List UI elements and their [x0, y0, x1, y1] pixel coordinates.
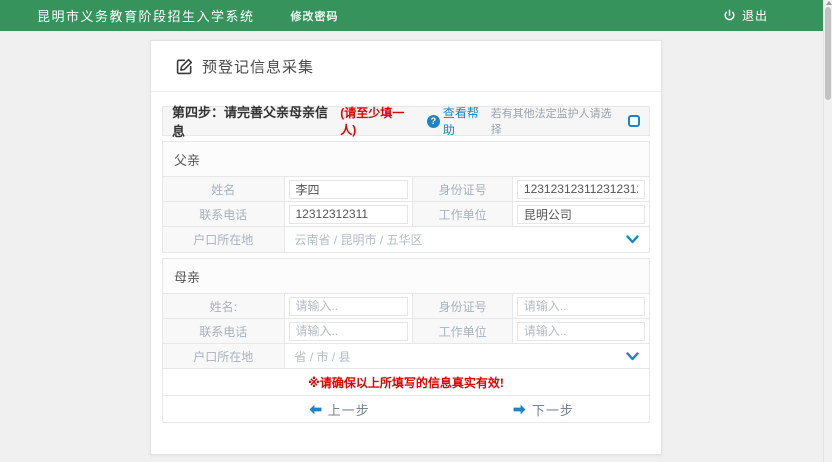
guardian-note: 若有其他法定监护人请选择 [491, 105, 622, 137]
next-step-button[interactable]: 下一步 [513, 396, 574, 422]
arrow-right-icon [513, 404, 526, 415]
father-section: 父亲 姓名 身份证号 联系电话 工作单位 [162, 141, 650, 253]
father-work-label: 工作单位 [413, 202, 513, 226]
logout-button[interactable]: 退出 [723, 7, 768, 24]
pre-registration-card: 预登记信息采集 第四步：请完善父亲母亲信息 (请至少填一人) ? 查看帮助 若有… [150, 40, 662, 455]
mother-id-cell [513, 294, 649, 318]
father-residence-select[interactable]: 云南省 / 昆明市 / 五华区 [285, 227, 650, 252]
mother-residence-value: 省 / 市 / 县 [295, 348, 351, 365]
father-residence-value: 云南省 / 昆明市 / 五华区 [295, 231, 423, 248]
other-guardian-checkbox[interactable] [628, 115, 640, 127]
scroll-up-icon[interactable] [826, 1, 832, 5]
guardian-option: 若有其他法定监护人请选择 [491, 105, 640, 137]
mother-id-input[interactable] [517, 297, 645, 316]
table-row: 联系电话 工作单位 [163, 202, 649, 227]
mother-section: 母亲 姓名: 身份证号 联系电话 工作单位 [162, 258, 650, 423]
next-step-label: 下一步 [532, 400, 574, 419]
scrollbar-thumb[interactable] [825, 7, 831, 100]
father-section-title: 父亲 [163, 142, 649, 177]
power-icon [723, 9, 736, 22]
view-help-link[interactable]: 查看帮助 [443, 104, 491, 138]
scrollbar[interactable] [823, 0, 832, 462]
table-row: 户口所在地 云南省 / 昆明市 / 五华区 [163, 227, 649, 252]
page-title: 预登记信息采集 [202, 56, 314, 77]
mother-phone-input[interactable] [289, 322, 409, 341]
chevron-down-icon[interactable] [626, 352, 639, 361]
father-id-input[interactable] [517, 180, 645, 199]
mother-residence-label: 户口所在地 [163, 344, 285, 368]
step-requirement: (请至少填一人) [340, 104, 420, 138]
mother-residence-select[interactable]: 省 / 市 / 县 [285, 344, 650, 368]
mother-work-input[interactable] [517, 322, 645, 341]
mother-section-title: 母亲 [163, 259, 649, 294]
father-phone-cell [285, 202, 414, 226]
chevron-down-icon[interactable] [626, 235, 639, 244]
app-title: 昆明市义务教育阶段招生入学系统 [37, 6, 255, 25]
father-residence-label: 户口所在地 [163, 227, 285, 252]
wizard-navigation: 上一步 下一步 [163, 396, 649, 422]
table-row: 姓名 身份证号 [163, 177, 649, 202]
mother-work-cell [513, 319, 649, 343]
step-header: 第四步：请完善父亲母亲信息 (请至少填一人) ? 查看帮助 若有其他法定监护人请… [162, 106, 650, 136]
table-row: 姓名: 身份证号 [163, 294, 649, 319]
edit-icon [176, 58, 193, 75]
validity-warning: ※请确保以上所填写的信息真实有效! [163, 369, 649, 396]
mother-id-label: 身份证号 [413, 294, 513, 318]
father-id-label: 身份证号 [413, 177, 513, 201]
mother-phone-label: 联系电话 [163, 319, 285, 343]
mother-name-input[interactable] [289, 297, 409, 316]
help-icon[interactable]: ? [427, 115, 440, 128]
mother-phone-cell [285, 319, 414, 343]
mother-name-cell [285, 294, 414, 318]
father-name-cell [285, 177, 414, 201]
father-phone-label: 联系电话 [163, 202, 285, 226]
card-body: 第四步：请完善父亲母亲信息 (请至少填一人) ? 查看帮助 若有其他法定监护人请… [151, 92, 661, 423]
father-work-input[interactable] [517, 205, 645, 224]
father-name-label: 姓名 [163, 177, 285, 201]
father-work-cell [513, 202, 649, 226]
table-row: 户口所在地 省 / 市 / 县 [163, 344, 649, 369]
change-password-link[interactable]: 修改密码 [291, 8, 339, 24]
prev-step-button[interactable]: 上一步 [309, 396, 370, 422]
father-phone-input[interactable] [289, 205, 409, 224]
mother-name-label: 姓名: [163, 294, 285, 318]
mother-work-label: 工作单位 [413, 319, 513, 343]
arrow-left-icon [309, 404, 322, 415]
card-header: 预登记信息采集 [151, 41, 661, 92]
step-title: 第四步：请完善父亲母亲信息 [172, 102, 340, 140]
father-id-cell [513, 177, 649, 201]
father-name-input[interactable] [289, 180, 409, 199]
app-header: 昆明市义务教育阶段招生入学系统 修改密码 退出 [0, 0, 832, 31]
prev-step-label: 上一步 [328, 400, 370, 419]
logout-label: 退出 [742, 7, 768, 24]
table-row: 联系电话 工作单位 [163, 319, 649, 344]
